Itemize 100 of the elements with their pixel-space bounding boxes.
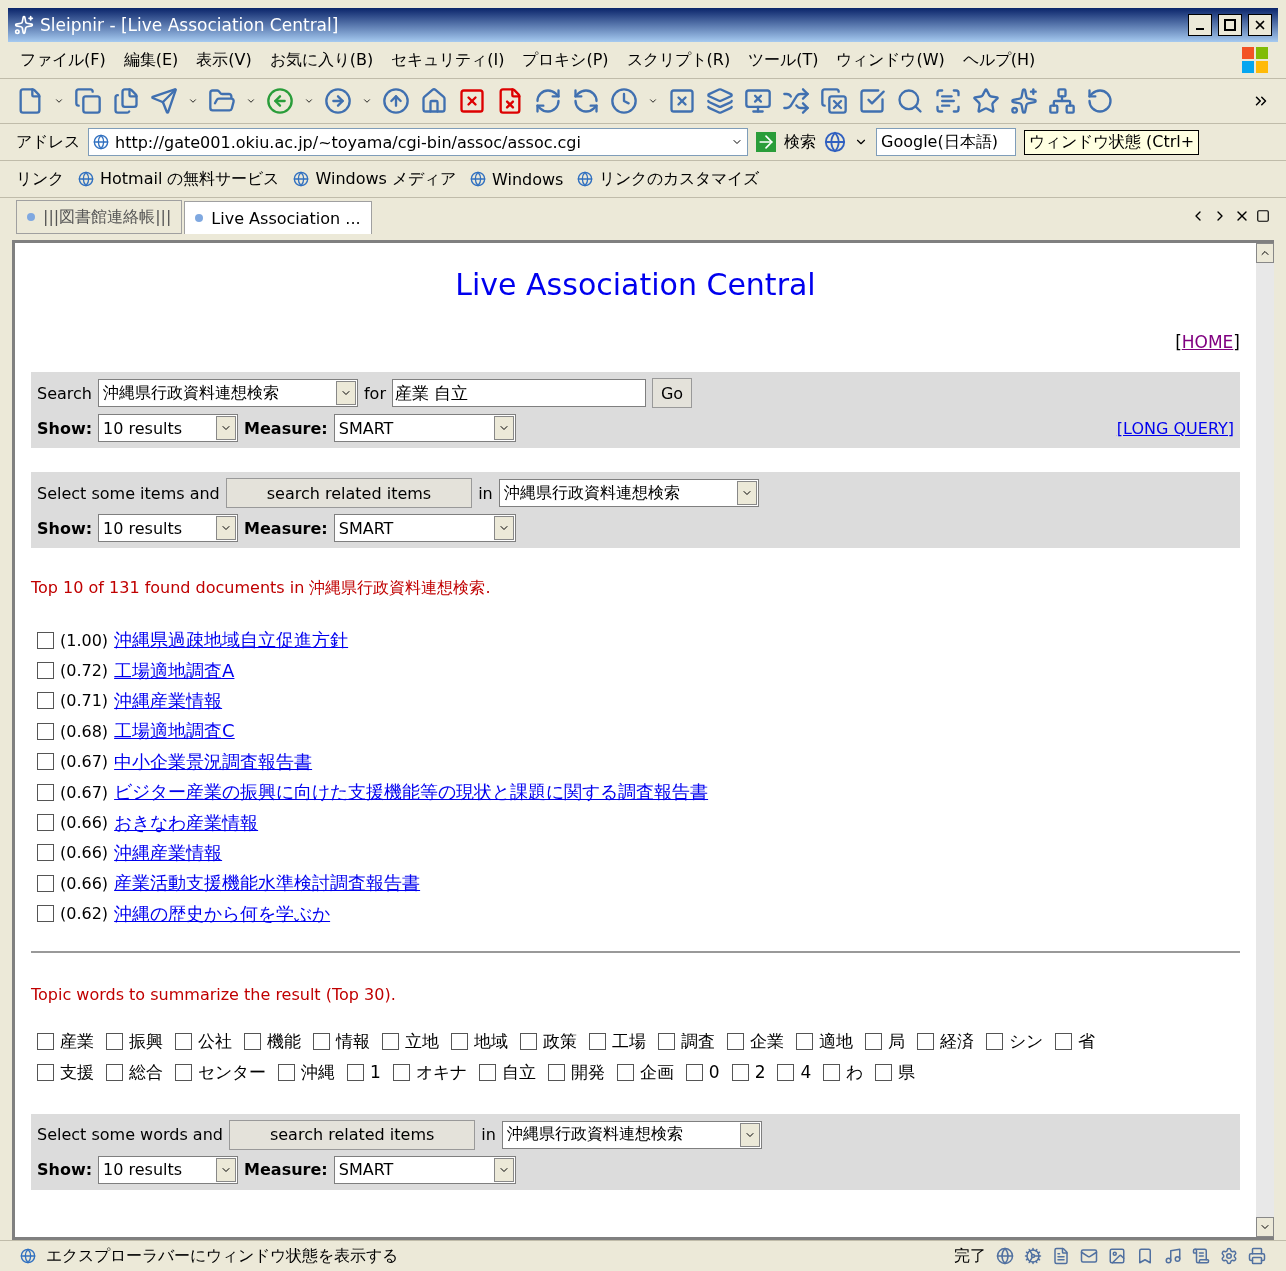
- checkbox[interactable]: [106, 1032, 123, 1050]
- home-icon[interactable]: [420, 87, 448, 115]
- pages-icon[interactable]: [112, 87, 140, 115]
- maximize-button[interactable]: [1218, 14, 1242, 36]
- checkbox[interactable]: [106, 1063, 123, 1081]
- result-link[interactable]: 沖縄県過疎地域自立促進方針: [114, 628, 349, 653]
- long-query-link[interactable]: [LONG QUERY]: [1116, 418, 1234, 438]
- back-icon[interactable]: [266, 87, 294, 115]
- search-icon[interactable]: [896, 87, 924, 115]
- checkbox[interactable]: [382, 1032, 399, 1050]
- result-link[interactable]: 中小企業景況調査報告書: [114, 749, 313, 774]
- copy-icon[interactable]: [74, 87, 102, 115]
- close-button[interactable]: [1248, 14, 1272, 36]
- checkbox[interactable]: [986, 1032, 1003, 1050]
- query-field[interactable]: 産業 自立: [391, 379, 646, 407]
- tab[interactable]: Live Association ...: [184, 201, 372, 234]
- link-item[interactable]: Hotmail の無料サービス: [100, 168, 280, 190]
- clock-icon[interactable]: [610, 87, 638, 115]
- result-link[interactable]: 産業活動支援機能水準検討調査報告書: [114, 871, 421, 896]
- checkbox[interactable]: [37, 692, 54, 710]
- send-icon[interactable]: [150, 87, 178, 115]
- forward-icon[interactable]: [324, 87, 352, 115]
- result-link[interactable]: 沖縄産業情報: [114, 688, 223, 713]
- find-text-icon[interactable]: [934, 87, 962, 115]
- result-link[interactable]: おきなわ産業情報: [114, 810, 259, 835]
- search-engine-icon[interactable]: [824, 131, 846, 153]
- minimize-button[interactable]: [1188, 14, 1212, 36]
- search-related-button[interactable]: search related items: [228, 1119, 476, 1150]
- caret-icon[interactable]: [246, 96, 256, 106]
- checkbox[interactable]: [278, 1063, 295, 1081]
- checkbox[interactable]: [313, 1032, 330, 1050]
- tab[interactable]: |||図書館連絡帳|||: [16, 200, 183, 234]
- shuffle-icon[interactable]: [782, 87, 810, 115]
- result-link[interactable]: ビジター産業の振興に向けた支援機能等の現状と課題に関する調査報告書: [114, 780, 709, 805]
- checkbox[interactable]: [175, 1063, 192, 1081]
- checkbox[interactable]: [865, 1032, 882, 1050]
- checkbox[interactable]: [37, 874, 54, 892]
- result-link[interactable]: 沖縄の歴史から何を学ぶか: [114, 901, 331, 926]
- checkbox[interactable]: [917, 1032, 934, 1050]
- menu-item[interactable]: ヘルプ(H): [958, 47, 1040, 73]
- caret-icon[interactable]: [54, 96, 64, 106]
- database-select[interactable]: 沖縄県行政資料連想検索: [498, 479, 759, 507]
- link-item[interactable]: Windows: [492, 169, 564, 189]
- search-field[interactable]: Google(日本語): [876, 128, 1016, 156]
- link-item[interactable]: Windows メディア: [315, 168, 456, 190]
- link-item[interactable]: リンクのカスタマイズ: [599, 168, 760, 190]
- checkbox[interactable]: [37, 783, 54, 801]
- star-icon[interactable]: [972, 87, 1000, 115]
- refresh-all-icon[interactable]: [572, 87, 600, 115]
- show-select[interactable]: 10 results: [98, 1155, 239, 1184]
- checkbox[interactable]: [37, 814, 54, 832]
- menu-item[interactable]: ファイル(F): [16, 47, 110, 73]
- refresh-icon[interactable]: [534, 87, 562, 115]
- checkbox[interactable]: [731, 1063, 749, 1081]
- caret-icon[interactable]: [648, 96, 658, 106]
- address-field[interactable]: http://gate001.okiu.ac.jp/~toyama/cgi-bin/assoc/assoc.cgi: [88, 128, 748, 156]
- stop-icon[interactable]: [458, 87, 486, 115]
- show-select[interactable]: 10 results: [98, 414, 239, 442]
- checkbox[interactable]: [37, 1032, 54, 1050]
- checkbox[interactable]: [658, 1032, 675, 1050]
- scroll-up-button[interactable]: [1256, 243, 1274, 263]
- checkbox[interactable]: [175, 1032, 192, 1050]
- reload-icon[interactable]: [1086, 87, 1114, 115]
- checkbox[interactable]: [727, 1032, 744, 1050]
- result-link[interactable]: 工場適地調査C: [114, 719, 235, 744]
- menu-item[interactable]: ツール(T): [744, 47, 823, 73]
- database-select[interactable]: 沖縄県行政資料連想検索: [97, 379, 358, 407]
- caret-icon[interactable]: [304, 96, 314, 106]
- checkbox[interactable]: [589, 1032, 606, 1050]
- home-link[interactable]: HOME: [1181, 332, 1234, 352]
- checkbox[interactable]: [37, 905, 54, 923]
- checkbox[interactable]: [1055, 1032, 1072, 1050]
- checkbox[interactable]: [547, 1063, 565, 1081]
- menu-item[interactable]: セキュリティ(I): [387, 47, 509, 73]
- check-window-icon[interactable]: [858, 87, 886, 115]
- checkbox[interactable]: [37, 753, 54, 771]
- checkbox[interactable]: [347, 1063, 364, 1081]
- checkbox[interactable]: [520, 1032, 537, 1050]
- caret-icon[interactable]: [188, 96, 198, 106]
- menu-item[interactable]: プロキシ(P): [518, 47, 613, 73]
- checkbox[interactable]: [777, 1063, 795, 1081]
- checkbox[interactable]: [685, 1063, 703, 1081]
- checkbox[interactable]: [796, 1032, 813, 1050]
- checkbox[interactable]: [37, 844, 54, 862]
- result-link[interactable]: 沖縄産業情報: [114, 840, 223, 865]
- tree-icon[interactable]: [1048, 87, 1076, 115]
- result-link[interactable]: 工場適地調査A: [114, 658, 235, 683]
- checkbox[interactable]: [37, 631, 54, 649]
- measure-select[interactable]: SMART: [333, 1155, 516, 1184]
- square-icon[interactable]: [1256, 209, 1270, 223]
- show-select[interactable]: 10 results: [98, 514, 239, 542]
- windows-close-icon[interactable]: [820, 87, 848, 115]
- menu-item[interactable]: スクリプト(R): [622, 47, 735, 73]
- checkbox[interactable]: [37, 1063, 54, 1081]
- checkbox[interactable]: [616, 1063, 634, 1081]
- checkbox[interactable]: [823, 1063, 841, 1081]
- measure-select[interactable]: SMART: [333, 414, 516, 442]
- measure-select[interactable]: SMART: [333, 514, 516, 542]
- monitor-icon[interactable]: [744, 87, 772, 115]
- checkbox[interactable]: [875, 1063, 893, 1081]
